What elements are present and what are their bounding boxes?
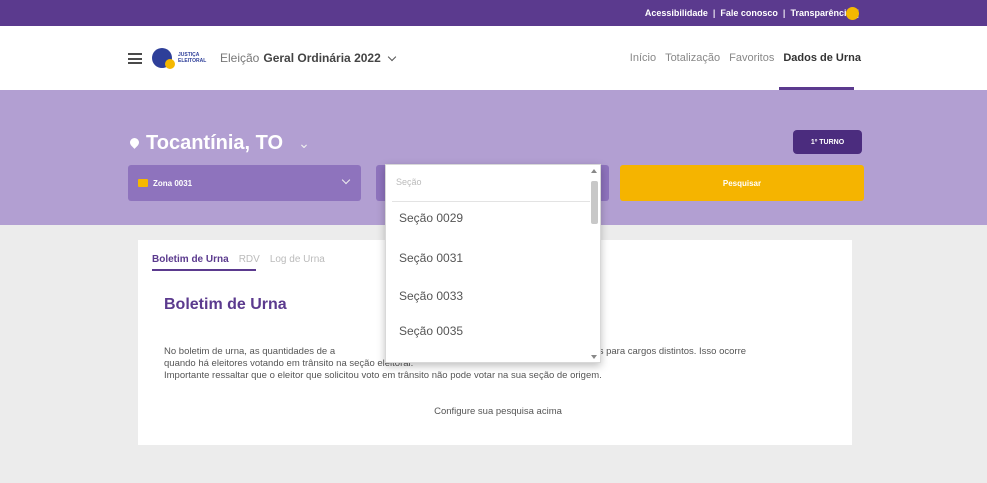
paragraph-line3: Importante ressaltar que o eleitor que s…: [164, 370, 602, 381]
contrast-icon[interactable]: [846, 7, 859, 20]
logo-text: JUSTIÇA ELEITORAL: [178, 52, 207, 64]
nav-dados-de-urna[interactable]: Dados de Urna: [783, 52, 861, 64]
top-links: Acessibilidade | Fale conosco | Transpar…: [645, 0, 859, 26]
active-tab-indicator: [152, 269, 256, 271]
chevron-down-icon: ⌄: [298, 135, 310, 151]
contact-link[interactable]: Fale conosco: [720, 8, 778, 18]
menu-icon[interactable]: [128, 53, 142, 64]
secao-option[interactable]: Seção 0035: [399, 324, 463, 338]
zona-select[interactable]: Zona 0031: [128, 165, 361, 201]
main-nav: Início Totalização Favoritos Dados de Ur…: [630, 52, 861, 64]
logo-mark-icon: [152, 48, 175, 69]
ballot-box-icon: [138, 179, 148, 187]
secao-dropdown[interactable]: Seção Seção 0029 Seção 0031 Seção 0033 S…: [385, 164, 601, 363]
justica-eleitoral-logo[interactable]: JUSTIÇA ELEITORAL: [152, 47, 212, 69]
secao-option[interactable]: Seção 0033: [399, 289, 463, 303]
configure-hint: Configure sua pesquisa acima: [434, 406, 562, 417]
chevron-down-icon: [341, 175, 351, 185]
accessibility-link[interactable]: Acessibilidade: [645, 8, 708, 18]
secao-option[interactable]: Seção 0029: [385, 204, 592, 234]
transparency-link[interactable]: Transparência: [790, 8, 851, 18]
scroll-up-icon[interactable]: [591, 169, 597, 173]
election-selector[interactable]: Eleição Geral Ordinária 2022: [220, 51, 397, 65]
zona-label: Zona 0031: [153, 178, 193, 188]
secao-option[interactable]: Seção 0031: [399, 251, 463, 265]
location-selector[interactable]: Tocantínia, TO ⌄: [130, 132, 310, 155]
separator: |: [712, 8, 716, 18]
secao-search-input[interactable]: Seção: [396, 177, 422, 187]
location-name: Tocantínia, TO: [146, 132, 284, 154]
turno-button[interactable]: 1º TURNO: [793, 130, 862, 154]
location-pin-icon: [130, 138, 139, 149]
top-bar: Acessibilidade | Fale conosco | Transpar…: [0, 0, 987, 26]
scroll-thumb[interactable]: [591, 181, 598, 224]
nav-favoritos[interactable]: Favoritos: [729, 52, 774, 64]
separator: |: [782, 8, 786, 18]
dropdown-scrollbar[interactable]: [590, 169, 599, 359]
divider: [392, 201, 590, 202]
election-prefix: Eleição: [220, 51, 260, 65]
tab-boletim-de-urna[interactable]: Boletim de Urna: [152, 254, 229, 265]
paragraph-line1-start: No boletim de urna, as quantidades de a: [164, 346, 336, 357]
scroll-down-icon[interactable]: [591, 355, 597, 359]
chevron-down-icon: [387, 52, 397, 61]
card-title: Boletim de Urna: [164, 296, 287, 313]
nav-totalizacao[interactable]: Totalização: [665, 52, 720, 64]
nav-inicio[interactable]: Início: [630, 52, 656, 64]
tab-log-de-urna[interactable]: Log de Urna: [270, 254, 325, 265]
pesquisar-button[interactable]: Pesquisar: [620, 165, 864, 201]
election-name: Geral Ordinária 2022: [263, 51, 381, 65]
tab-rdv[interactable]: RDV: [239, 254, 260, 265]
card-tabs: Boletim de Urna RDV Log de Urna: [152, 254, 325, 265]
